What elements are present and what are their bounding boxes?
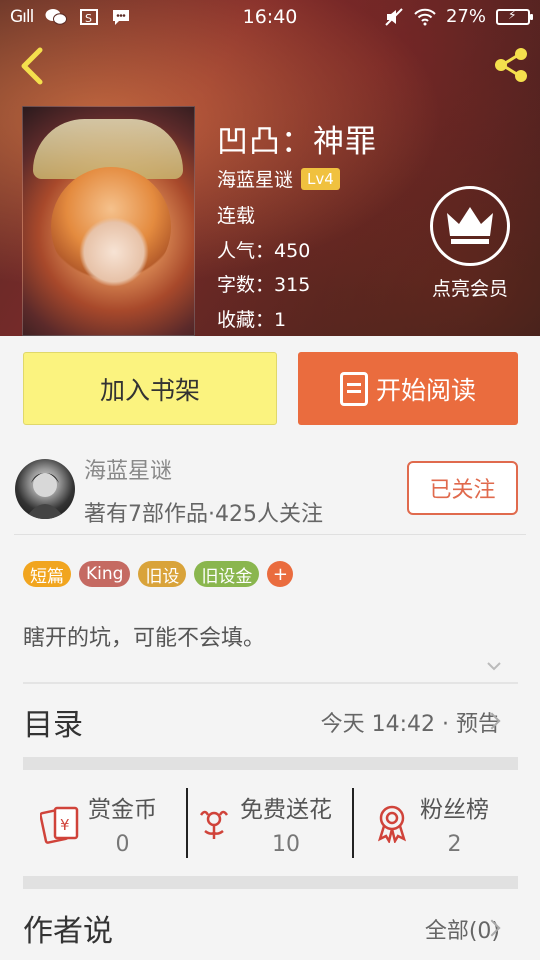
book-author[interactable]: 海蓝星谜 (217, 165, 293, 192)
book-favorites: 收藏：1 (217, 309, 287, 331)
book-icon (339, 371, 368, 406)
start-reading-label: 开始阅读 (375, 375, 476, 405)
stat-fan-ranking[interactable]: 粉丝榜 2 (420, 790, 489, 857)
book-author-line: 海蓝星谜 Lv4 (217, 165, 340, 192)
tag-chip[interactable]: 旧设金 (194, 561, 260, 587)
section-separator (23, 757, 518, 770)
stat-free-flowers[interactable]: 免费送花 10 (240, 790, 332, 857)
start-reading-button[interactable]: 开始阅读 (298, 352, 518, 425)
expand-chevron-icon[interactable] (486, 658, 502, 674)
toc-latest-update[interactable]: 今天 14:42 · 预告 (321, 706, 500, 738)
author-stats: 著有7部作品·425人关注 (84, 502, 323, 527)
svg-text:¥: ¥ (60, 816, 70, 834)
wifi-icon (414, 8, 436, 25)
add-to-shelf-button[interactable]: 加入书架 (23, 352, 277, 425)
vip-button[interactable]: 点亮会员 (420, 186, 520, 301)
book-description: 瞎开的坑，可能不会填。 (23, 626, 266, 651)
share-icon[interactable] (492, 46, 530, 84)
battery-icon: ⚡ (496, 8, 533, 25)
divider (14, 534, 526, 535)
tag-chip[interactable]: 短篇 (23, 561, 71, 587)
divider (186, 788, 188, 858)
mute-icon (385, 7, 403, 26)
author-says-title[interactable]: 作者说 (23, 906, 113, 950)
author-name[interactable]: 海蓝星谜 (84, 453, 172, 485)
book-title: 凹凸：神罪 (217, 124, 377, 160)
book-cover-image[interactable] (22, 106, 195, 336)
book-status: 连载 (217, 205, 256, 227)
stat-reward-coins[interactable]: 赏金币 0 (88, 790, 157, 857)
follow-button[interactable]: 已关注 (407, 461, 518, 515)
divider (352, 788, 354, 858)
add-tag-button[interactable]: + (267, 561, 294, 587)
tag-list: 短篇 King 旧设 旧设金 + (23, 561, 294, 587)
battery-percent: 27% (445, 6, 486, 27)
vip-label: 点亮会员 (431, 278, 508, 300)
divider (23, 682, 518, 684)
book-word-count: 字数：315 (217, 274, 311, 296)
book-popularity: 人气：450 (217, 240, 311, 262)
level-badge: Lv4 (301, 167, 340, 190)
status-right-icons: 27% ⚡ (384, 6, 533, 27)
tag-chip[interactable]: King (79, 561, 131, 587)
section-separator (23, 876, 518, 889)
red-envelope-icon: ¥ (40, 806, 79, 844)
crown-icon (430, 186, 510, 266)
ribbon-badge-icon (377, 805, 407, 843)
flower-icon (199, 810, 229, 839)
toc-title[interactable]: 目录 (23, 700, 83, 744)
author-avatar[interactable] (15, 459, 75, 519)
back-arrow-icon[interactable] (16, 44, 50, 88)
book-header: Gıll S 16:40 27% ⚡ 凹凸：神罪 海蓝星谜 Lv4 连载 人气：… (0, 0, 540, 336)
status-bar: Gıll S 16:40 27% ⚡ (0, 0, 540, 34)
tag-chip[interactable]: 旧设 (138, 561, 187, 587)
